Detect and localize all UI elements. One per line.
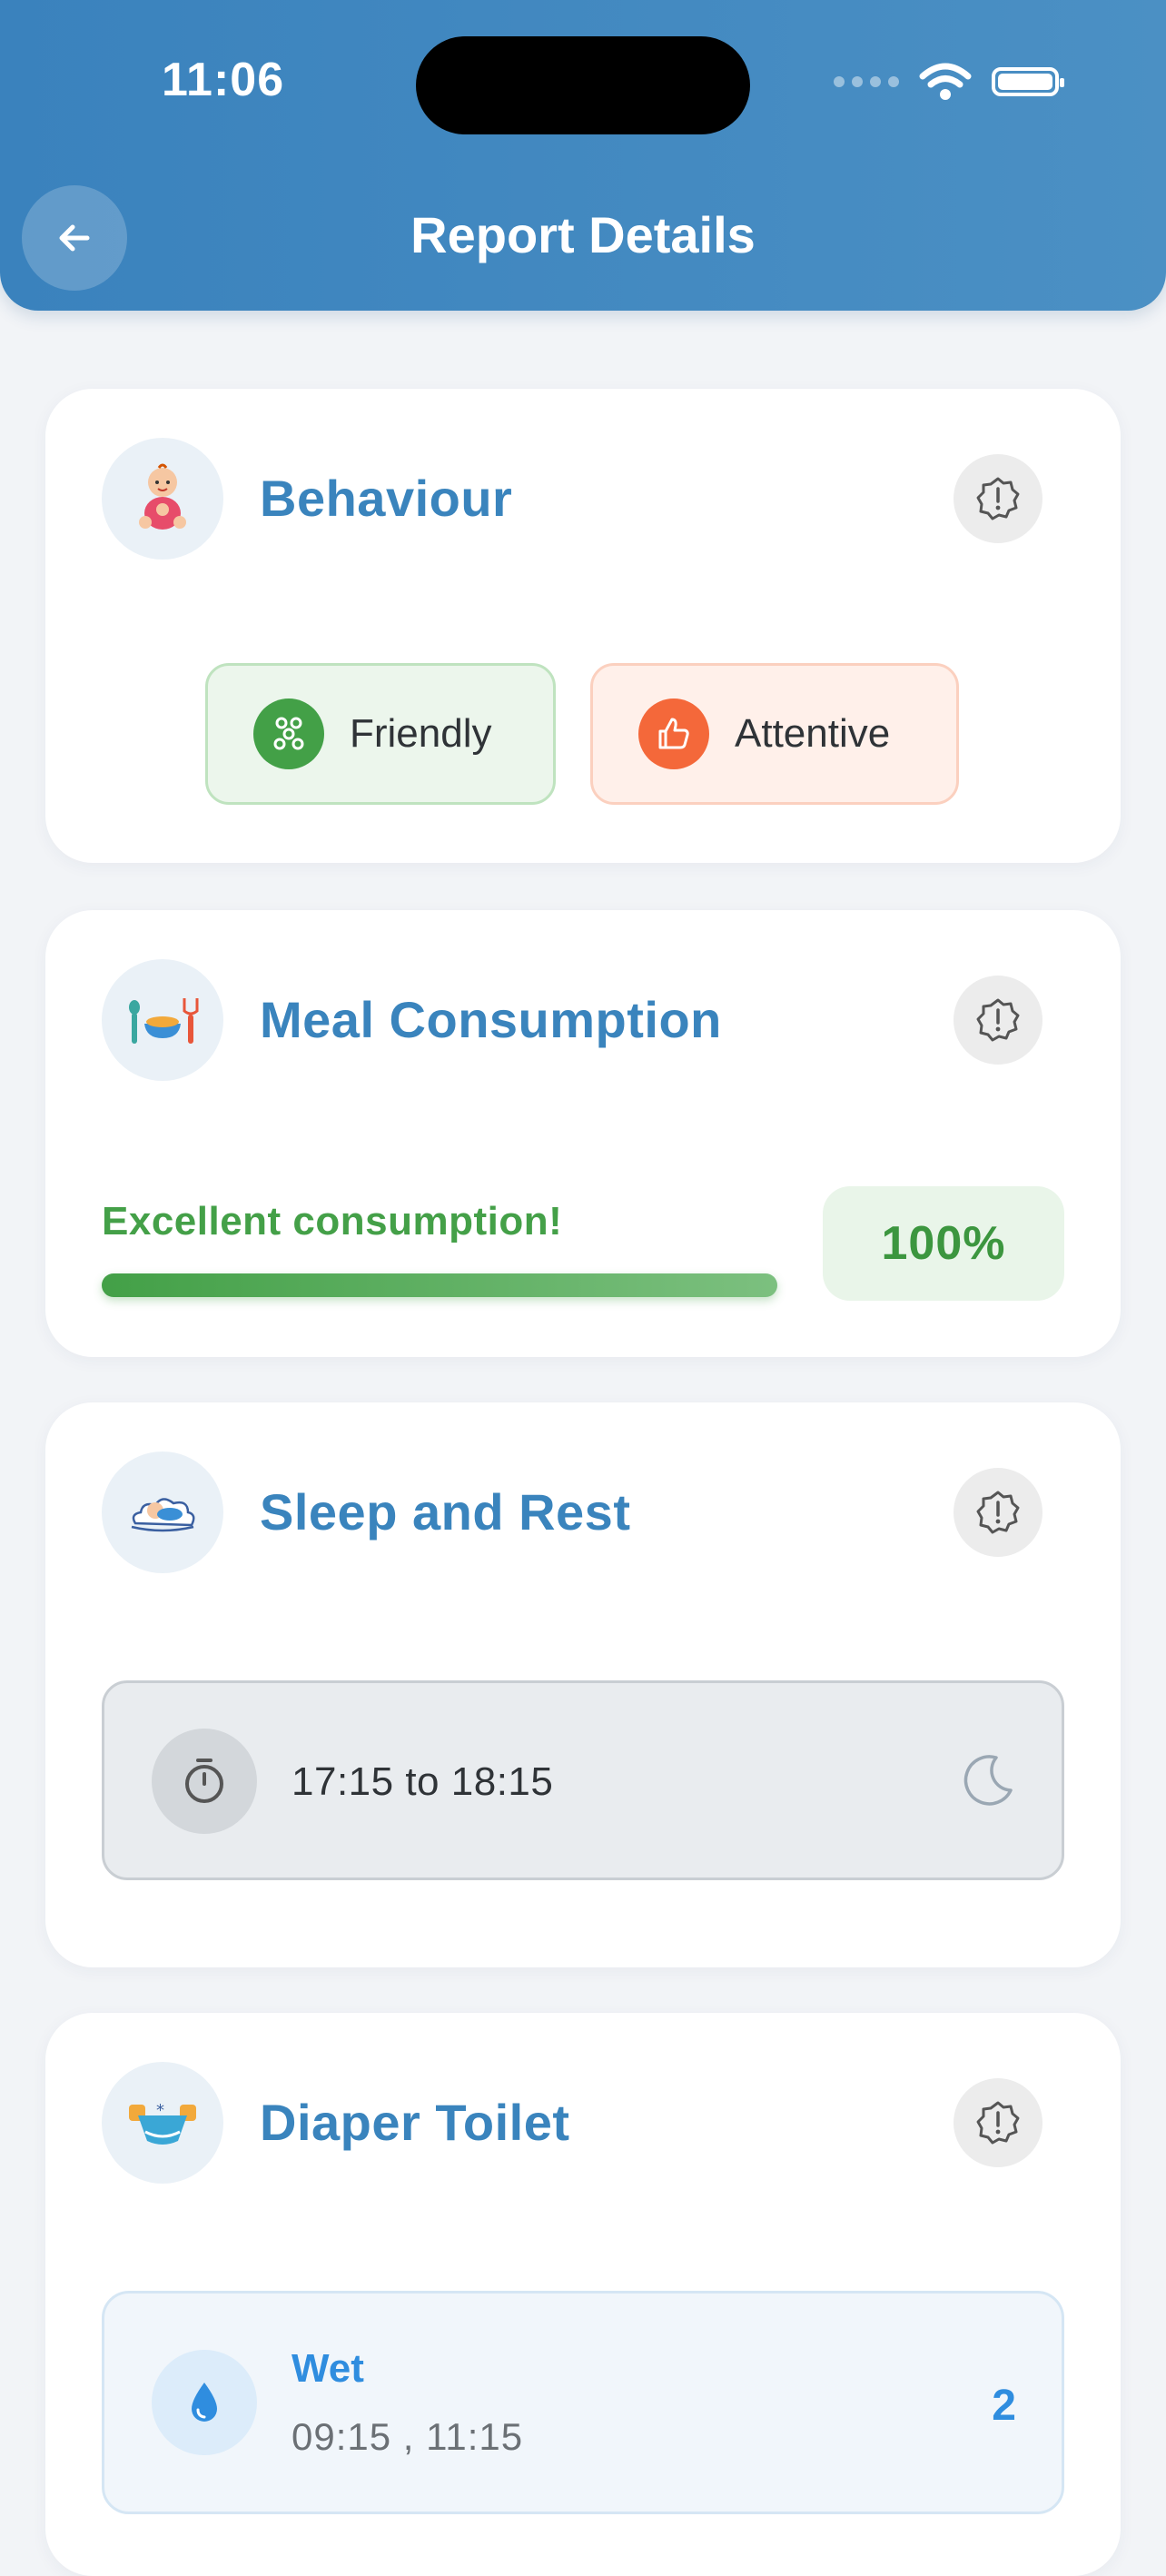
behaviour-chip-friendly: Friendly	[205, 663, 556, 805]
app-header: 11:06 Report Details	[0, 0, 1166, 311]
battery-icon	[992, 67, 1064, 96]
diaper-card: * Diaper Toilet Wet 09:15 , 11:15 2	[45, 2013, 1121, 2576]
status-icons	[834, 62, 1064, 102]
meal-icon	[102, 959, 223, 1081]
behaviour-chip-attentive: Attentive	[590, 663, 959, 805]
meal-progress-fill	[102, 1273, 777, 1297]
diaper-info-button[interactable]	[954, 2078, 1042, 2167]
water-drop-icon-circle	[152, 2350, 257, 2455]
behaviour-card: Behaviour Friendly Attentive	[45, 389, 1121, 863]
wet-times: 09:15 , 11:15	[292, 2415, 524, 2458]
behaviour-title: Behaviour	[260, 470, 513, 527]
baby-icon	[102, 438, 223, 560]
meal-info-button[interactable]	[954, 976, 1042, 1065]
svg-text:*: *	[156, 2101, 164, 2120]
sleeping-baby-icon	[102, 1451, 223, 1573]
diaper-icon: *	[102, 2062, 223, 2184]
sleep-time-box: 17:15 to 18:15	[102, 1680, 1064, 1880]
meal-percent-badge: 100%	[823, 1186, 1064, 1301]
attentive-chip-icon	[638, 698, 709, 769]
water-drop-icon	[192, 2383, 217, 2422]
dynamic-island	[416, 36, 750, 134]
wet-count: 2	[992, 2382, 1016, 2430]
thumbs-up-icon	[658, 718, 689, 749]
status-time: 11:06	[162, 54, 285, 106]
alert-badge-icon	[976, 477, 1020, 520]
wet-label: Wet	[292, 2346, 364, 2391]
meal-progress-bar	[102, 1273, 777, 1297]
diaper-title: Diaper Toilet	[260, 2094, 570, 2151]
alert-badge-icon	[976, 998, 1020, 1042]
meal-message: Excellent consumption!	[102, 1199, 563, 1243]
cellular-signal-icon	[834, 76, 899, 87]
meal-card: Meal Consumption Excellent consumption! …	[45, 910, 1121, 1357]
sleep-title: Sleep and Rest	[260, 1483, 631, 1541]
behaviour-info-button[interactable]	[954, 454, 1042, 543]
sleep-card: Sleep and Rest 17:15 to 18:15	[45, 1402, 1121, 1967]
meal-title: Meal Consumption	[260, 991, 722, 1048]
diaper-entry-wet: Wet 09:15 , 11:15 2	[102, 2291, 1064, 2514]
alert-badge-icon	[976, 1491, 1020, 1534]
friendly-chip-icon	[253, 698, 324, 769]
people-icon	[273, 717, 304, 750]
attentive-label: Attentive	[735, 711, 891, 756]
sleep-info-button[interactable]	[954, 1468, 1042, 1557]
alert-badge-icon	[976, 2101, 1020, 2145]
friendly-label: Friendly	[350, 711, 492, 756]
wifi-icon	[919, 63, 972, 100]
page-title: Report Details	[410, 206, 756, 263]
moon-icon	[963, 1755, 1013, 1806]
sleep-time-range: 17:15 to 18:15	[292, 1759, 554, 1804]
timer-icon	[185, 1759, 223, 1803]
timer-icon-circle	[152, 1729, 257, 1834]
